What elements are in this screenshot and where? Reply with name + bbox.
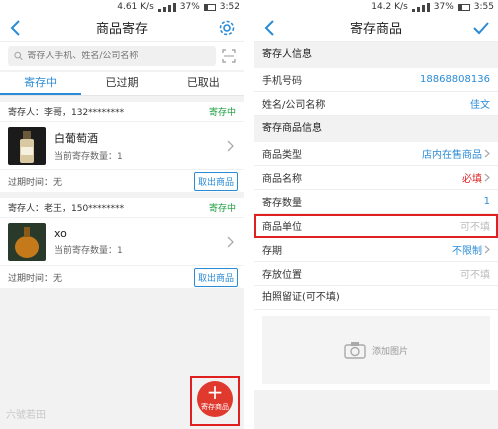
battery-icon bbox=[203, 3, 216, 11]
watermark: 六號若田 bbox=[6, 410, 46, 421]
scan-icon[interactable] bbox=[222, 49, 236, 63]
product-name-label: 商品名称 bbox=[262, 174, 302, 185]
card-footer: 过期时间：无 取出商品 bbox=[0, 170, 244, 192]
plus-icon: + bbox=[206, 380, 224, 404]
product-row[interactable]: 白葡萄酒 当前寄存数量：1 bbox=[0, 122, 244, 170]
deposit-card: 寄存人：李哥，132******** 寄存中 白葡萄酒 当前寄存数量：1 过期时… bbox=[0, 102, 244, 192]
deposit-card: 寄存人：老王，150******** 寄存中 xo 当前寄存数量：1 过期时间：… bbox=[0, 198, 244, 288]
clock: 3:52 bbox=[219, 2, 240, 12]
unit-placeholder[interactable]: 可不填 bbox=[460, 218, 490, 233]
wine-bottle-image bbox=[8, 126, 46, 165]
phone-label: 手机号码 bbox=[262, 76, 302, 87]
period-label: 存期 bbox=[262, 246, 282, 257]
card-footer: 过期时间：无 取出商品 bbox=[0, 266, 244, 288]
location-label: 存放位置 bbox=[262, 270, 302, 281]
add-photo-button[interactable]: 添加图片 bbox=[262, 316, 490, 384]
section-depositor: 寄存人信息 bbox=[254, 42, 498, 68]
unit-field[interactable]: 商品单位 可不填 bbox=[254, 214, 498, 238]
signal-icon bbox=[411, 2, 430, 12]
status-bar: 4.61 K/s 37% 3:52 bbox=[0, 0, 244, 14]
location-placeholder[interactable]: 可不填 bbox=[460, 266, 490, 281]
back-arrow-icon[interactable] bbox=[262, 19, 278, 37]
back-arrow-icon[interactable] bbox=[8, 19, 24, 37]
search-icon bbox=[14, 51, 23, 61]
phone-value: 18868808136 bbox=[420, 74, 490, 85]
product-name: xo bbox=[54, 227, 67, 240]
location-field[interactable]: 存放位置 可不填 bbox=[254, 262, 498, 286]
battery-icon bbox=[457, 3, 470, 11]
checkmark-icon[interactable] bbox=[472, 19, 490, 37]
status-tabs: 寄存中 已过期 已取出 bbox=[0, 72, 244, 96]
type-label: 商品类型 bbox=[262, 150, 302, 161]
chevron-right-icon bbox=[227, 140, 234, 152]
fab-label: 寄存商品 bbox=[201, 403, 229, 411]
name-value: 佳文 bbox=[470, 100, 490, 111]
tab-depositing[interactable]: 寄存中 bbox=[0, 72, 82, 95]
product-info: 白葡萄酒 当前寄存数量：1 bbox=[54, 130, 123, 162]
chevron-right-icon bbox=[484, 149, 490, 158]
name-field[interactable]: 姓名/公司名称 佳文 bbox=[254, 92, 498, 116]
search-row bbox=[0, 42, 244, 70]
add-photo-label: 添加图片 bbox=[371, 346, 408, 357]
photo-section-label: 拍照留证(可不填) bbox=[254, 286, 498, 310]
top-nav: 寄存商品 bbox=[254, 14, 498, 42]
network-speed: 4.61 K/s bbox=[117, 2, 154, 12]
battery-percent: 37% bbox=[179, 2, 200, 12]
fab-highlight: + 寄存商品 bbox=[190, 376, 240, 426]
settings-gear-icon[interactable] bbox=[218, 19, 236, 37]
product-row[interactable]: xo 当前寄存数量：1 bbox=[0, 218, 244, 266]
signal-icon bbox=[157, 2, 176, 12]
tab-taken-out[interactable]: 已取出 bbox=[163, 72, 244, 95]
quantity-label: 寄存数量 bbox=[262, 198, 302, 209]
period-value-wrap: 不限制 bbox=[452, 242, 490, 257]
section-product: 寄存商品信息 bbox=[254, 116, 498, 142]
top-nav: 商品寄存 bbox=[0, 14, 244, 42]
quantity-field[interactable]: 寄存数量 1 bbox=[254, 190, 498, 214]
deposit-list-screen: 4.61 K/s 37% 3:52 商品寄存 寄存中 已过期 已取出 寄存人：李… bbox=[0, 0, 244, 429]
take-out-button[interactable]: 取出商品 bbox=[193, 171, 238, 191]
product-info: xo 当前寄存数量：1 bbox=[54, 227, 123, 256]
battery-percent: 37% bbox=[433, 2, 454, 12]
photo-area: 添加图片 bbox=[254, 310, 498, 390]
chevron-right-icon bbox=[484, 245, 490, 254]
period-field[interactable]: 存期 不限制 bbox=[254, 238, 498, 262]
unit-label: 商品单位 bbox=[262, 222, 302, 233]
status-bar: 14.2 K/s 37% 3:55 bbox=[254, 0, 498, 14]
deposit-product-fab[interactable]: + 寄存商品 bbox=[197, 381, 233, 417]
product-name-wrap: 必填 bbox=[462, 170, 490, 185]
search-input[interactable] bbox=[27, 51, 210, 61]
product-qty: 当前寄存数量：1 bbox=[54, 151, 123, 162]
quantity-value[interactable]: 1 bbox=[484, 196, 490, 207]
expire-time: 过期时间：无 bbox=[8, 177, 63, 188]
product-name-field[interactable]: 商品名称 必填 bbox=[254, 166, 498, 190]
xo-bottle-image bbox=[8, 222, 46, 261]
card-header: 寄存人：老王，150******** 寄存中 bbox=[0, 198, 244, 218]
take-out-button[interactable]: 取出商品 bbox=[193, 267, 238, 287]
depositor-info: 寄存人：老王，150******** bbox=[8, 204, 125, 214]
name-label: 姓名/公司名称 bbox=[262, 100, 326, 111]
clock: 3:55 bbox=[473, 2, 494, 12]
status-badge: 寄存中 bbox=[208, 204, 236, 214]
chevron-right-icon bbox=[227, 236, 234, 248]
page-title: 寄存商品 bbox=[349, 22, 402, 37]
type-value-wrap: 店内在售商品 bbox=[422, 146, 490, 161]
expire-time: 过期时间：无 bbox=[8, 273, 63, 284]
chevron-right-icon bbox=[484, 173, 490, 182]
card-header: 寄存人：李哥，132******** 寄存中 bbox=[0, 102, 244, 122]
product-name-required: 必填 bbox=[462, 174, 482, 185]
product-qty: 当前寄存数量：1 bbox=[54, 246, 123, 256]
search-box bbox=[8, 46, 216, 66]
deposit-form-screen: 14.2 K/s 37% 3:55 寄存商品 寄存人信息 手机号码 188688… bbox=[254, 0, 498, 429]
page-title: 商品寄存 bbox=[95, 22, 148, 37]
tab-expired[interactable]: 已过期 bbox=[81, 72, 162, 95]
product-type-field[interactable]: 商品类型 店内在售商品 bbox=[254, 142, 498, 166]
status-badge: 寄存中 bbox=[208, 108, 236, 118]
type-value: 店内在售商品 bbox=[422, 150, 482, 161]
phone-field[interactable]: 手机号码 18868808136 bbox=[254, 68, 498, 92]
network-speed: 14.2 K/s bbox=[371, 2, 408, 12]
camera-icon bbox=[344, 342, 366, 359]
period-value: 不限制 bbox=[452, 246, 482, 257]
product-name: 白葡萄酒 bbox=[54, 131, 98, 145]
depositor-info: 寄存人：李哥，132******** bbox=[8, 108, 125, 118]
